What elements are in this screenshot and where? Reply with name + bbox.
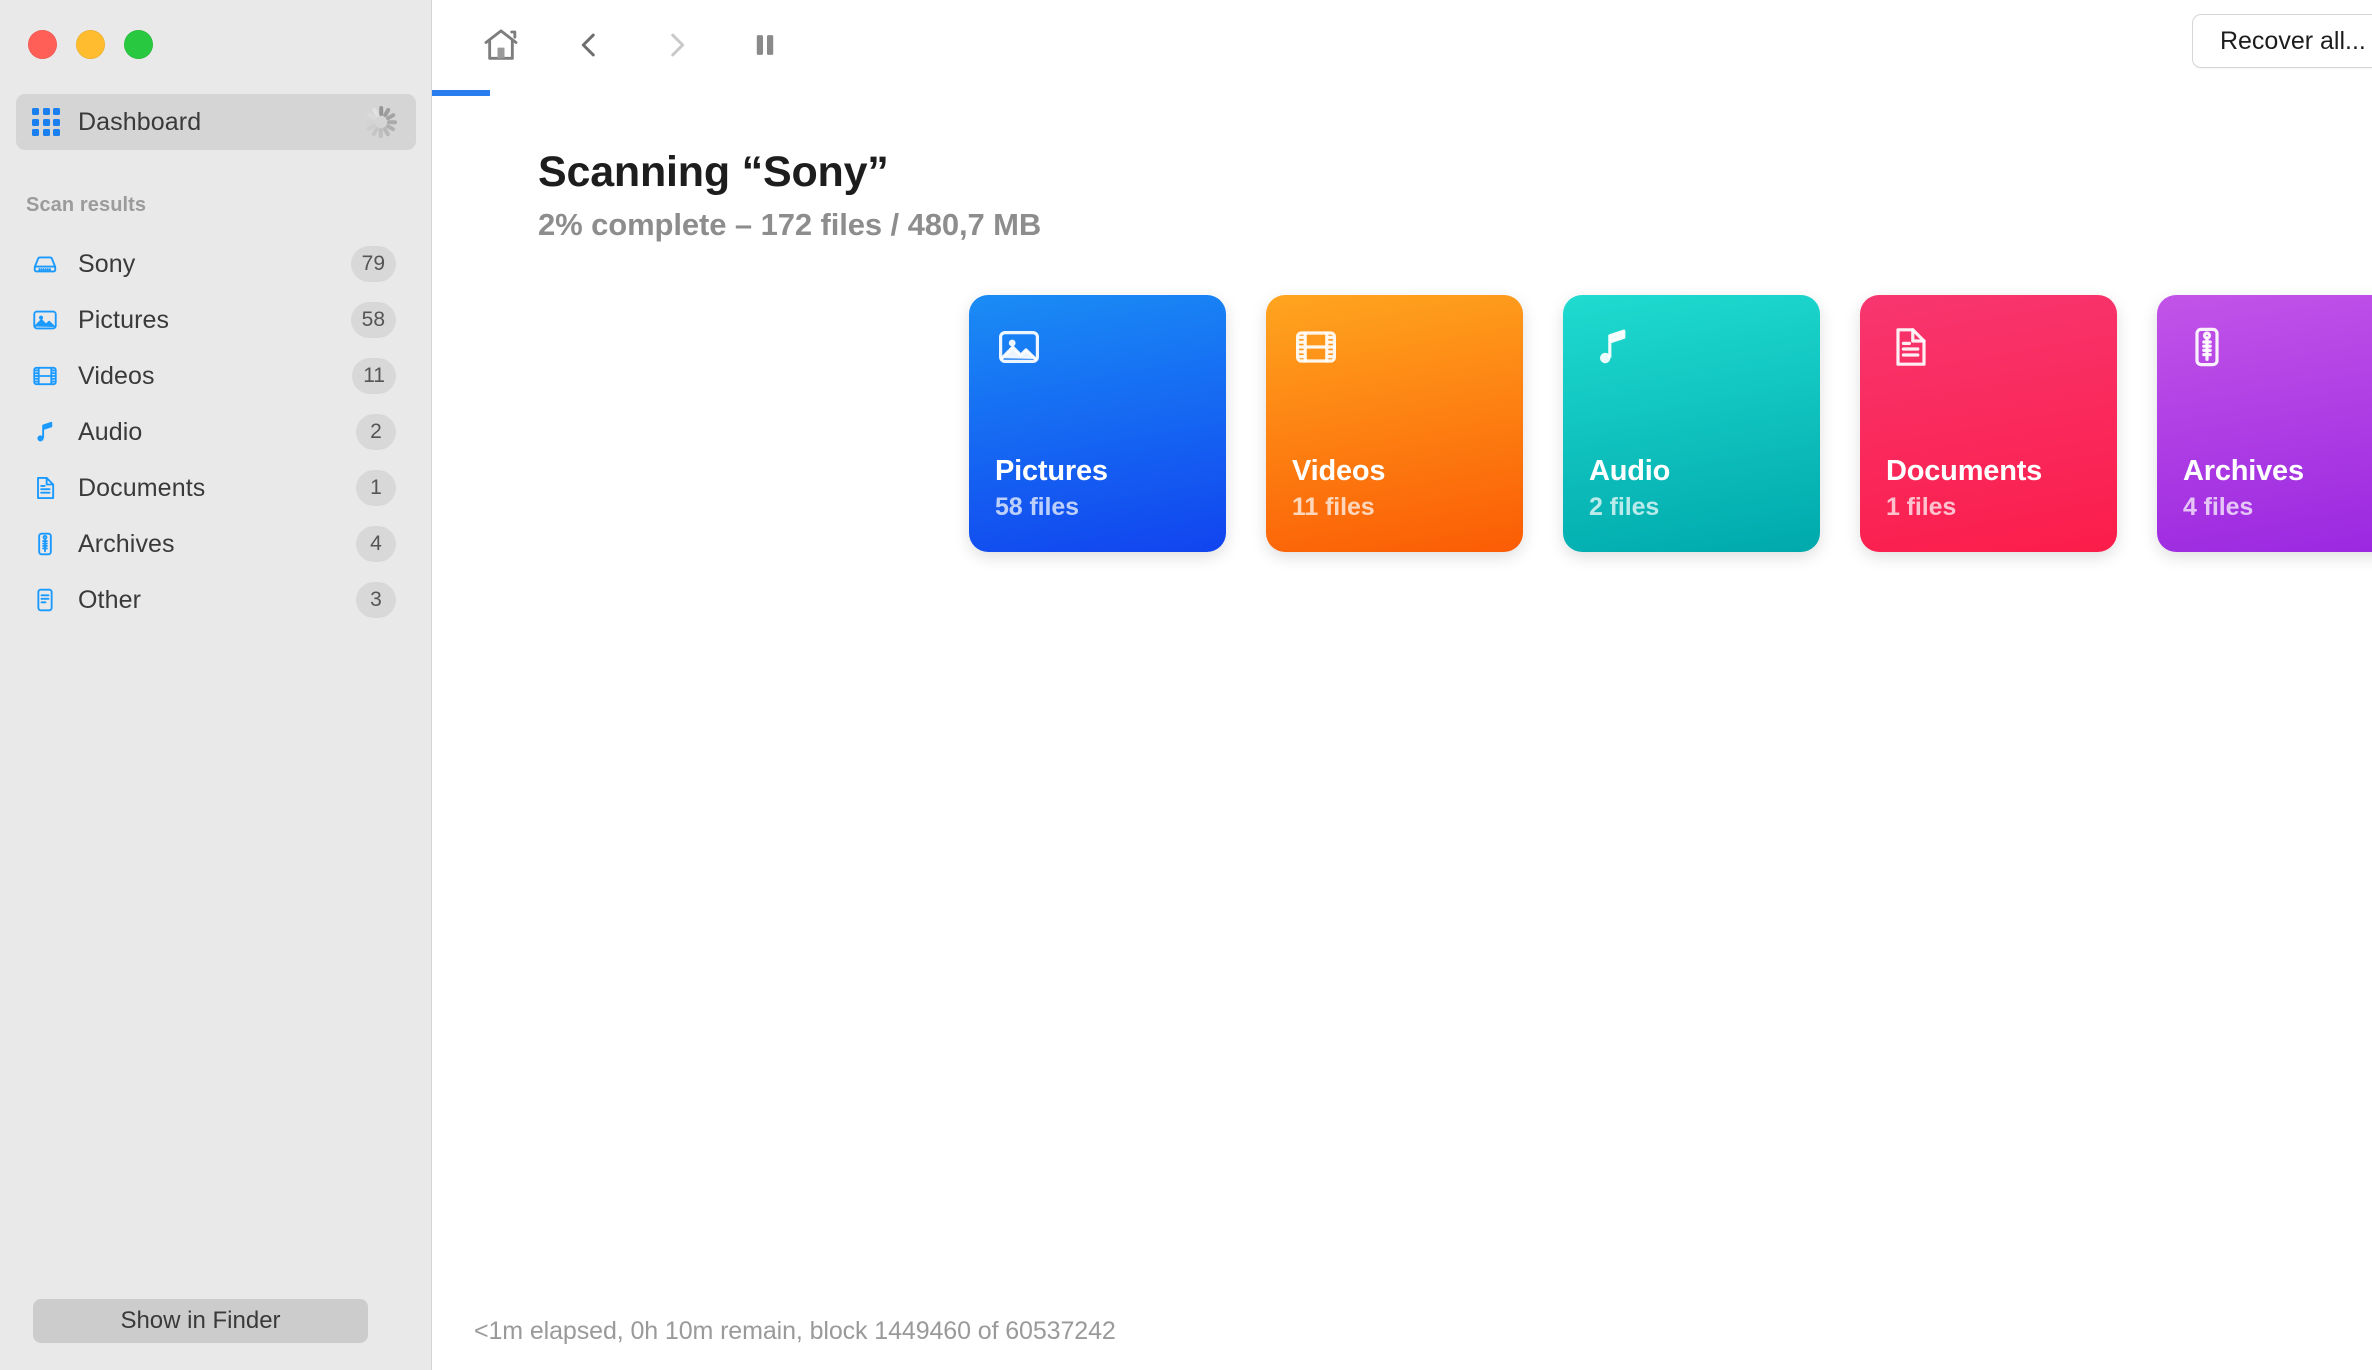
sidebar-nav: Sony 79 Pictures 58 Videos 11 Audio 2 Docume… <box>0 236 432 628</box>
card-title: Archives <box>2183 455 2304 487</box>
card-count: 1 files <box>1886 493 1957 521</box>
window-controls <box>28 30 153 59</box>
card-title: Pictures <box>995 455 1108 487</box>
card-count: 11 files <box>1292 493 1375 521</box>
card-text: Documents 1 files <box>1886 455 2091 522</box>
sidebar-item-label: Audio <box>78 417 143 446</box>
film-icon <box>1292 323 1344 375</box>
sidebar-item-badge: 3 <box>356 582 396 618</box>
sidebar-item-sony[interactable]: Sony 79 <box>0 236 432 292</box>
card-title: Documents <box>1886 455 2043 487</box>
toolbar: Recover all... Review found items <box>432 0 2372 92</box>
sidebar-item-badge: 58 <box>350 302 396 338</box>
hard-drive-icon <box>30 249 60 279</box>
page-title: Scanning “Sony” <box>538 148 889 196</box>
show-in-finder-button[interactable]: Show in Finder <box>33 1299 368 1343</box>
back-button[interactable] <box>556 13 622 79</box>
sidebar-item-badge: 1 <box>356 470 396 506</box>
sidebar-item-label: Documents <box>78 473 206 502</box>
close-window-button[interactable] <box>28 30 57 59</box>
pause-icon <box>748 28 782 65</box>
sidebar-item-documents[interactable]: Documents 1 <box>0 460 432 516</box>
sidebar-item-archives[interactable]: Archives 4 <box>0 516 432 572</box>
category-card-archives[interactable]: Archives 4 files <box>2157 295 2372 552</box>
home-icon <box>481 25 521 68</box>
chevron-right-icon <box>660 28 694 65</box>
toolbar-actions: Recover all... Review found items <box>2191 14 2372 68</box>
sidebar-item-badge: 11 <box>352 358 396 394</box>
app-window: Dashboard Scan results Sony 79 Pictures 58… <box>0 0 2372 1370</box>
card-count: 2 files <box>1589 493 1660 521</box>
sidebar-item-badge: 4 <box>356 526 396 562</box>
sidebar-item-badge: 79 <box>350 246 396 282</box>
card-text: Audio 2 files <box>1589 455 1794 522</box>
card-title: Audio <box>1589 455 1671 487</box>
card-text: Pictures 58 files <box>995 455 1200 522</box>
sidebar-item-badge: 2 <box>356 414 396 450</box>
sidebar-item-audio[interactable]: Audio 2 <box>0 404 432 460</box>
pause-scan-button[interactable] <box>732 13 798 79</box>
picture-icon <box>995 323 1047 375</box>
zip-icon <box>30 529 60 559</box>
home-button[interactable] <box>468 13 534 79</box>
card-title: Videos <box>1292 455 1386 487</box>
film-icon <box>30 361 60 391</box>
recover-all-button[interactable]: Recover all... <box>2191 14 2372 68</box>
music-note-icon <box>1589 323 1641 375</box>
scan-heading: Scanning “Sony” 2% complete – 172 files … <box>432 148 2372 243</box>
sidebar-item-label-dashboard: Dashboard <box>78 107 202 136</box>
sidebar-item-label: Sony <box>78 249 136 278</box>
music-note-icon <box>30 417 60 447</box>
zip-icon <box>2183 323 2235 375</box>
category-card-audio[interactable]: Audio 2 files <box>1563 295 1820 552</box>
forward-button[interactable] <box>644 13 710 79</box>
spinner-icon <box>364 105 398 139</box>
document-icon <box>1886 323 1938 375</box>
sidebar-section-header: Scan results <box>26 194 147 216</box>
card-count: 58 files <box>995 493 1079 521</box>
grid-icon <box>32 108 60 136</box>
card-count: 4 files <box>2183 493 2254 521</box>
sidebar-item-label: Pictures <box>78 305 170 334</box>
category-cards: Pictures 58 files Videos 11 files Audio 2 f… <box>432 295 2372 552</box>
chevron-left-icon <box>572 28 606 65</box>
status-bar-text: <1m elapsed, 0h 10m remain, block 144946… <box>474 1317 1116 1345</box>
sidebar-item-label: Other <box>78 585 142 614</box>
sidebar-item-label: Videos <box>78 361 155 390</box>
picture-icon <box>30 305 60 335</box>
sidebar-item-other[interactable]: Other 3 <box>0 572 432 628</box>
document-icon <box>30 473 60 503</box>
sidebar-item-pictures[interactable]: Pictures 58 <box>0 292 432 348</box>
category-card-pictures[interactable]: Pictures 58 files <box>969 295 1226 552</box>
card-text: Videos 11 files <box>1292 455 1497 522</box>
scan-progress-bar <box>432 90 2372 96</box>
card-text: Archives 4 files <box>2183 455 2372 522</box>
category-card-documents[interactable]: Documents 1 files <box>1860 295 2117 552</box>
sidebar: Dashboard Scan results Sony 79 Pictures 58… <box>0 0 432 1370</box>
minimize-window-button[interactable] <box>76 30 105 59</box>
sidebar-item-label: Archives <box>78 529 175 558</box>
scan-progress-fill <box>432 90 491 96</box>
scan-subtitle: 2% complete – 172 files / 480,7 MB <box>538 207 1042 242</box>
maximize-window-button[interactable] <box>124 30 153 59</box>
lines-document-icon <box>30 585 60 615</box>
main-content: Recover all... Review found items Scanni… <box>432 0 2372 1370</box>
sidebar-item-videos[interactable]: Videos 11 <box>0 348 432 404</box>
category-card-videos[interactable]: Videos 11 files <box>1266 295 1523 552</box>
sidebar-item-dashboard[interactable]: Dashboard <box>16 94 416 150</box>
